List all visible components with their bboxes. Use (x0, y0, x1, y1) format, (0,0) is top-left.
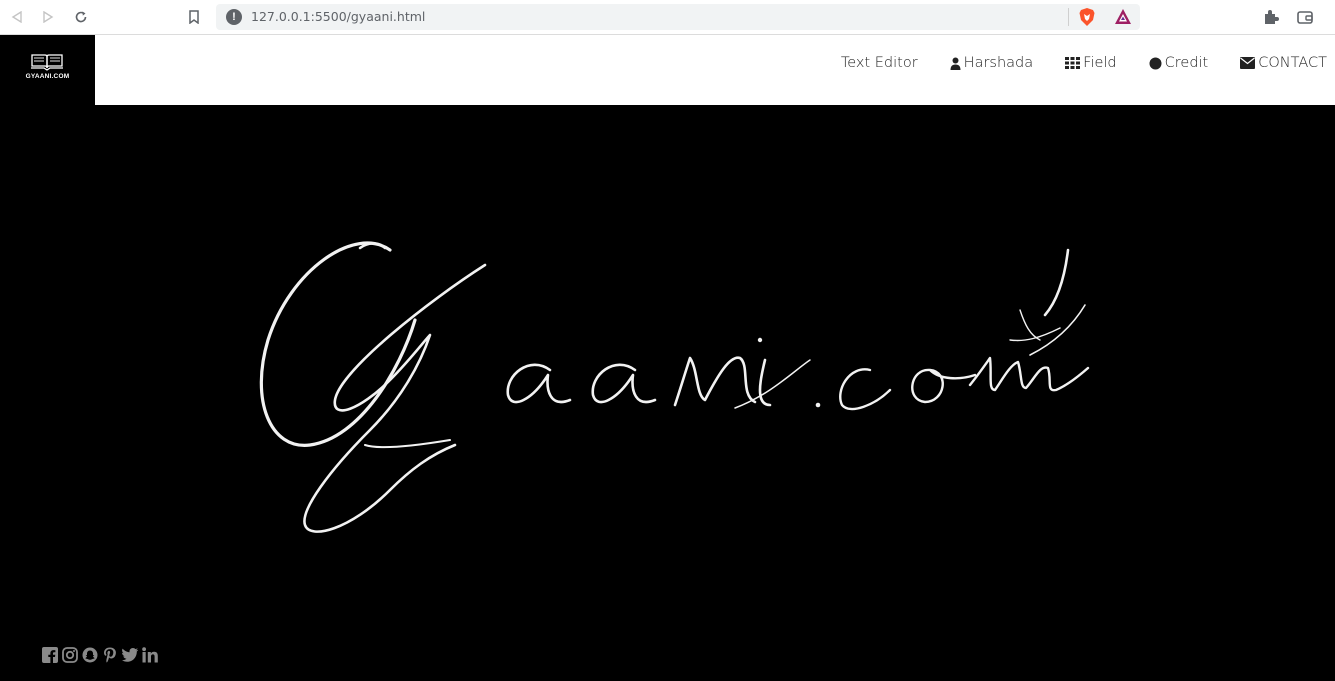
bookmark-button[interactable] (183, 6, 205, 28)
reload-icon (75, 11, 87, 23)
bookmark-icon (189, 10, 199, 24)
twitter-icon[interactable] (122, 647, 138, 663)
browser-toolbar: ! 127.0.0.1:5500/gyaani.html (0, 0, 1335, 35)
nav-item-harshada[interactable]: Harshada (950, 55, 1033, 71)
extensions-icon[interactable] (1262, 8, 1280, 26)
envelope-icon (1240, 57, 1256, 69)
user-icon (950, 57, 961, 70)
back-arrow-icon (11, 11, 22, 23)
nav-item-field[interactable]: Field (1065, 55, 1117, 71)
nav-label: Credit (1164, 55, 1209, 71)
main-nav: Text Editor Harshada Field Credit CONTAC… (809, 55, 1327, 71)
brand-signature (259, 241, 1090, 533)
nav-label: Text Editor (840, 55, 918, 71)
nav-label: CONTACT (1258, 55, 1327, 71)
nav-item-credit[interactable]: Credit (1149, 55, 1209, 71)
address-bar[interactable]: ! 127.0.0.1:5500/gyaani.html (216, 4, 1140, 30)
instagram-icon[interactable] (62, 647, 78, 663)
forward-arrow-icon (43, 11, 54, 23)
linkedin-icon[interactable] (142, 647, 158, 663)
site-logo[interactable]: GYAANI.COM (0, 35, 95, 105)
nav-item-text-editor[interactable]: Text Editor (841, 55, 918, 71)
social-links (42, 647, 162, 663)
pinterest-icon[interactable] (102, 647, 118, 663)
brave-shields-icon[interactable] (1078, 7, 1096, 32)
forward-button[interactable] (37, 6, 59, 28)
nav-label: Field (1083, 55, 1117, 71)
hero-section (0, 105, 1335, 681)
address-url[interactable]: 127.0.0.1:5500/gyaani.html (251, 9, 425, 24)
site-info-icon[interactable]: ! (226, 9, 242, 25)
circle-icon (1149, 57, 1162, 69)
site-header: GYAANI.COM Text Editor Harshada Field Cr… (0, 35, 1335, 105)
back-button[interactable] (6, 6, 28, 28)
wallet-icon[interactable] (1296, 8, 1314, 26)
reload-button[interactable] (70, 6, 92, 28)
nav-item-contact[interactable]: CONTACT (1240, 55, 1327, 71)
facebook-icon[interactable] (42, 647, 58, 663)
nav-label: Harshada (963, 55, 1034, 71)
grid-icon (1065, 57, 1081, 69)
snapchat-icon[interactable] (82, 647, 98, 663)
bat-rewards-icon[interactable] (1114, 8, 1132, 30)
book-icon (31, 54, 63, 71)
logo-text: GYAANI.COM (25, 73, 70, 80)
address-divider (1068, 8, 1069, 26)
